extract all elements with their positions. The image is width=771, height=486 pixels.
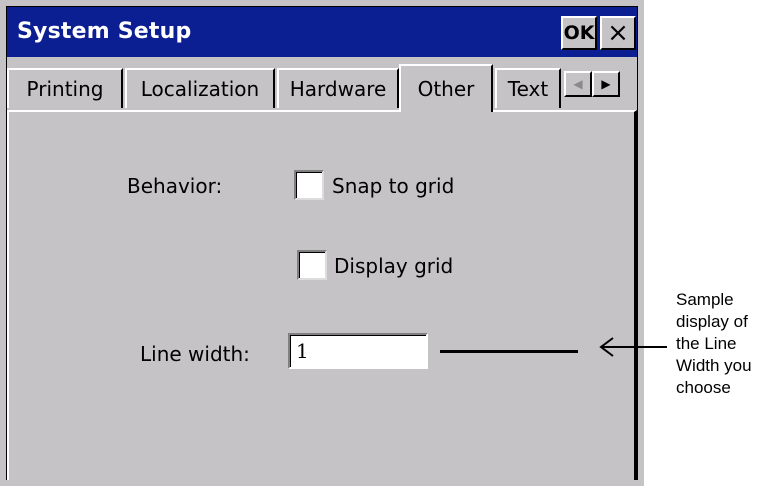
line-width-input[interactable]: 1 xyxy=(288,333,428,369)
line-width-sample xyxy=(440,350,578,353)
ok-button[interactable]: OK xyxy=(561,16,597,50)
tab-printing[interactable]: Printing xyxy=(7,68,123,108)
other-tab-panel xyxy=(7,110,637,480)
snap-to-grid-label: Snap to grid xyxy=(332,174,455,198)
title-bar: System Setup OK × xyxy=(7,7,637,57)
behavior-label: Behavior: xyxy=(127,174,223,198)
display-grid-label: Display grid xyxy=(334,254,454,278)
tab-scroll-left-button[interactable]: ◀ xyxy=(564,71,592,97)
tab-text[interactable]: Text xyxy=(495,68,561,108)
arrow-right-icon: ▶ xyxy=(601,77,611,91)
tab-hardware[interactable]: Hardware xyxy=(277,68,399,108)
display-grid-checkbox[interactable] xyxy=(297,250,327,280)
tab-other[interactable]: Other xyxy=(399,64,493,112)
arrow-left-icon: ◀ xyxy=(573,77,583,91)
snap-to-grid-checkbox[interactable] xyxy=(294,170,324,200)
tab-scroll-buttons: ◀ ▶ xyxy=(564,71,624,97)
tab-scroll-right-button[interactable]: ▶ xyxy=(592,71,620,97)
callout-annotation: Sample display of the Line Width you cho… xyxy=(676,290,752,397)
line-width-label: Line width: xyxy=(140,342,250,366)
window-title: System Setup xyxy=(17,19,192,44)
tab-localization[interactable]: Localization xyxy=(125,68,275,108)
close-icon: × xyxy=(607,18,629,48)
callout-arrow-icon xyxy=(597,332,667,362)
tab-strip: Printing Localization Hardware Other Tex… xyxy=(7,64,637,112)
close-button[interactable]: × xyxy=(600,16,636,50)
